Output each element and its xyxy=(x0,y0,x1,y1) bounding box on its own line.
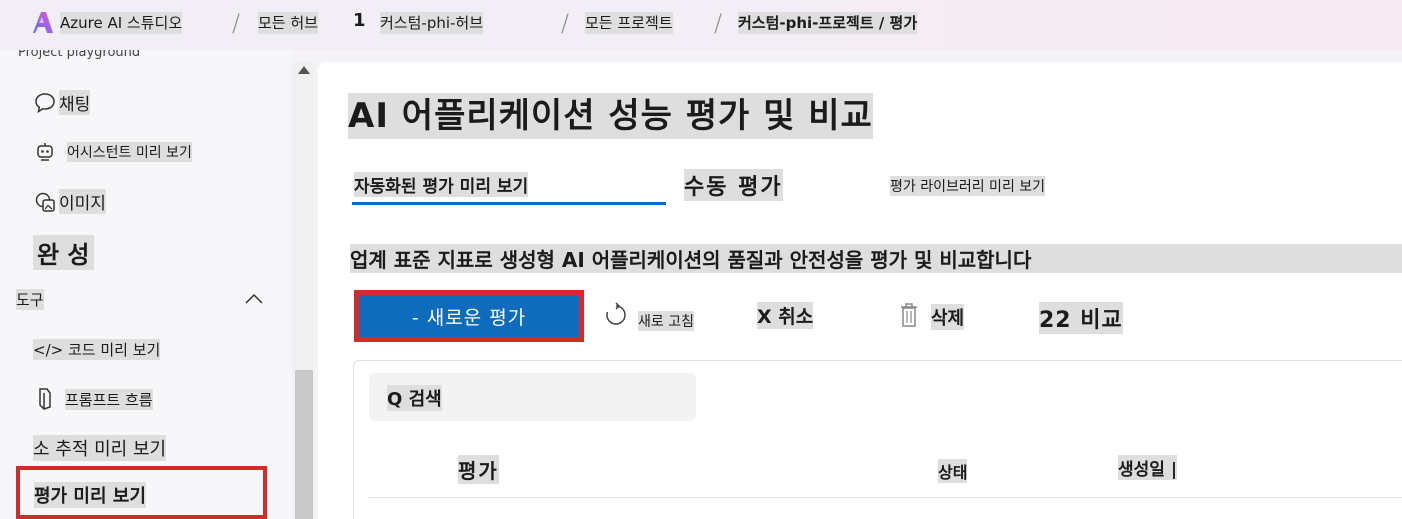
new-evaluation-label: - 새로운 평가 xyxy=(359,295,579,337)
active-tab-indicator xyxy=(352,202,666,205)
breadcrumb-separator: / xyxy=(232,9,241,37)
breadcrumb-separator: / xyxy=(561,9,570,37)
breadcrumb-hub-count: 1 xyxy=(353,10,366,31)
scroll-up-arrow-icon[interactable] xyxy=(298,66,310,74)
cancel-label: X 취소 xyxy=(757,302,814,329)
sidebar-item-label: </> 코드 미리 보기 xyxy=(33,339,161,360)
breadcrumb-project-page[interactable]: 커스텀-phi-프로젝트 / 평가 xyxy=(738,12,918,34)
refresh-label: 새로 고침 xyxy=(638,311,694,331)
new-evaluation-button[interactable]: - 새로운 평가 xyxy=(354,290,584,342)
breadcrumb-separator: / xyxy=(714,9,723,37)
sidebar-section-tools[interactable]: 도구 xyxy=(16,289,264,310)
sidebar-item-label: 프롬프트 흐름 xyxy=(65,388,153,410)
sidebar-item-code[interactable]: </> 코드 미리 보기 xyxy=(33,339,161,360)
scrollbar-thumb[interactable] xyxy=(295,370,313,519)
breadcrumb-all-projects[interactable]: 모든 프로젝트 xyxy=(585,12,673,34)
column-header-created[interactable]: 생성일 | xyxy=(1118,455,1178,480)
sidebar: Project playground 채팅 어시스턴트 미리 보기 이미지 완 … xyxy=(0,50,290,519)
delete-label: 삭제 xyxy=(931,304,965,330)
breadcrumb-hub-name[interactable]: 커스텀-phi-허브 xyxy=(380,12,484,34)
tab-manual-evaluation[interactable]: 수동 평가 xyxy=(684,169,783,201)
delete-button[interactable]: 삭제 xyxy=(899,302,965,332)
compare-button[interactable]: 22 비교 xyxy=(1039,302,1123,334)
sidebar-item-assistant[interactable]: 어시스턴트 미리 보기 xyxy=(33,140,192,164)
tab-evaluation-library[interactable]: 평가 라이브러리 미리 보기 xyxy=(890,176,1046,196)
app-name-link[interactable]: Azure AI 스튜디오 xyxy=(60,12,183,34)
top-bar: Azure AI 스튜디오 / 모든 허브 1 커스텀-phi-허브 / 모든 … xyxy=(0,0,1402,50)
sidebar-section-label: 도구 xyxy=(16,289,44,310)
column-header-evaluation[interactable]: 평가 xyxy=(458,455,499,484)
sidebar-item-images[interactable]: 이미지 xyxy=(33,189,106,214)
sidebar-item-tracing[interactable]: 소 추적 미리 보기 xyxy=(33,435,167,461)
column-header-status[interactable]: 상태 xyxy=(938,459,968,483)
sidebar-item-label: 소 추적 미리 보기 xyxy=(33,435,167,461)
breadcrumb-all-hubs[interactable]: 모든 허브 xyxy=(258,12,318,34)
tab-automated-evaluation[interactable]: 자동화된 평가 미리 보기 xyxy=(354,172,529,197)
sidebar-section-label: Project playground xyxy=(18,50,141,60)
highlight-frame-evaluation xyxy=(16,466,267,519)
azure-ai-logo-icon[interactable] xyxy=(32,11,54,35)
sidebar-item-completions[interactable]: 완 성 xyxy=(33,235,94,270)
chat-icon xyxy=(33,91,57,115)
cancel-button[interactable]: X 취소 xyxy=(757,302,814,329)
sidebar-item-prompt-flow[interactable]: 프롬프트 흐름 xyxy=(33,387,153,411)
refresh-icon xyxy=(604,302,628,332)
page-title: AI 어플리케이션 성능 평가 및 비교 xyxy=(348,93,873,139)
sidebar-item-label: 채팅 xyxy=(59,90,91,115)
image-icon xyxy=(33,190,57,214)
trash-icon xyxy=(899,302,919,332)
sidebar-item-label: 어시스턴트 미리 보기 xyxy=(67,142,192,162)
compare-label: 22 비교 xyxy=(1039,302,1123,334)
refresh-button[interactable]: 새로 고침 xyxy=(604,302,694,332)
chevron-up-icon[interactable] xyxy=(244,291,264,309)
sidebar-item-label: 완 성 xyxy=(33,235,94,270)
search-input[interactable]: Q 검색 xyxy=(369,373,696,421)
table-divider xyxy=(368,497,1402,498)
flow-icon xyxy=(33,387,57,411)
sidebar-item-chat[interactable]: 채팅 xyxy=(33,90,91,115)
sidebar-item-label: 이미지 xyxy=(59,189,106,214)
bot-icon xyxy=(33,140,57,164)
page-description: 업계 표준 지표로 생성형 AI 어플리케이션의 품질과 안전성을 평가 및 비… xyxy=(350,244,1402,273)
search-label: Q 검색 xyxy=(387,385,442,411)
